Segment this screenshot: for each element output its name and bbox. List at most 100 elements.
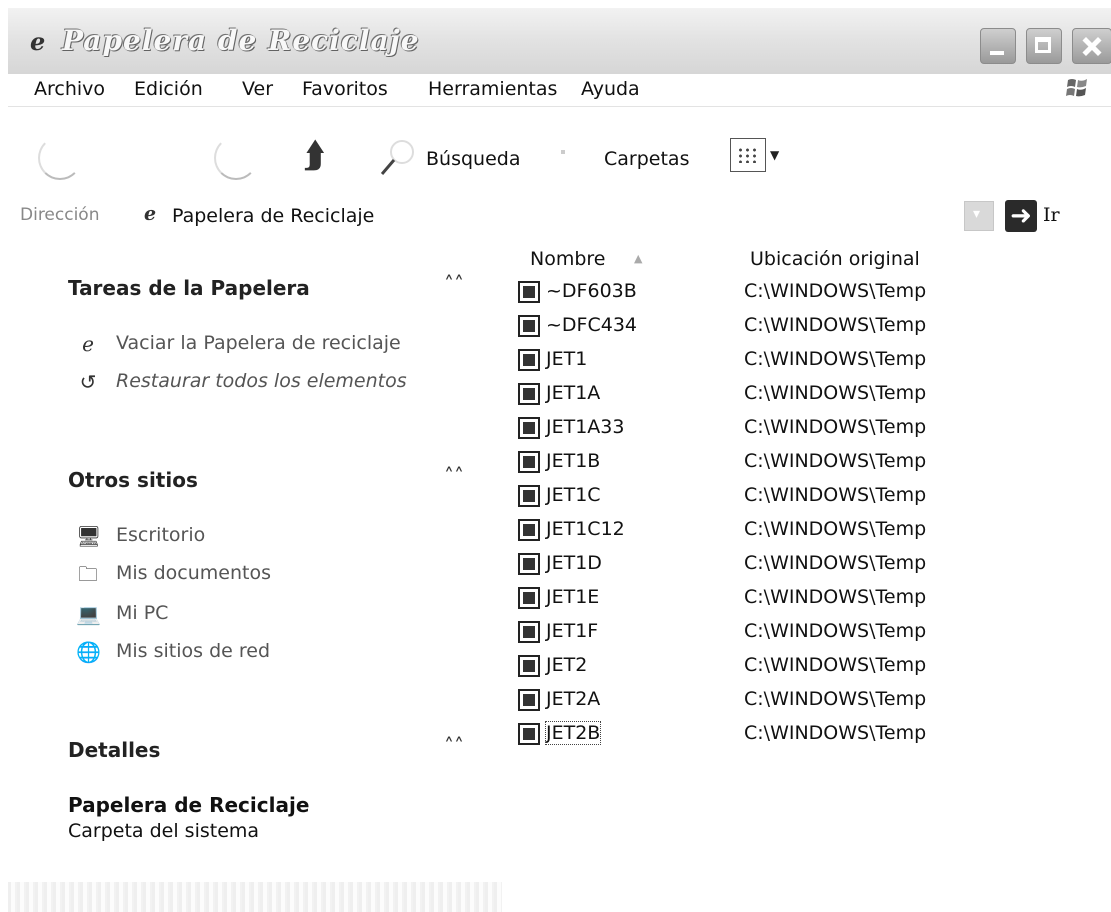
recycle-bin-icon: ℯ xyxy=(30,28,46,56)
address-label: Dirección xyxy=(20,205,100,225)
file-original-location: C:\WINDOWS\Temp xyxy=(744,348,927,370)
file-name: ~DF603B xyxy=(546,280,637,302)
file-original-location: C:\WINDOWS\Temp xyxy=(744,586,927,608)
column-header-location[interactable]: Ubicación original xyxy=(750,248,920,270)
file-icon xyxy=(518,587,540,609)
file-original-location: C:\WINDOWS\Temp xyxy=(744,484,927,506)
table-row[interactable]: JET1A C:\WINDOWS\Temp xyxy=(518,380,1078,414)
network-places-icon: 🌐 xyxy=(76,640,101,664)
address-bar: Dirección ℯ Papelera de Reciclaje ➜ Ir xyxy=(8,198,1111,238)
file-icon xyxy=(518,519,540,541)
windows-logo-icon xyxy=(1066,79,1087,97)
table-row[interactable]: ~DF603B C:\WINDOWS\Temp xyxy=(518,278,1078,312)
table-row[interactable]: JET2 C:\WINDOWS\Temp xyxy=(518,652,1078,686)
search-button-label[interactable]: Búsqueda xyxy=(426,148,520,170)
file-original-location: C:\WINDOWS\Temp xyxy=(744,314,927,336)
other-places-header[interactable]: Otros sitios xyxy=(68,468,198,492)
file-original-location: C:\WINDOWS\Temp xyxy=(744,654,927,676)
task-pane: Tareas de la Papelera ˄˄ ℯ Vaciar la Pap… xyxy=(8,238,502,912)
file-original-location: C:\WINDOWS\Temp xyxy=(744,552,927,574)
file-original-location: C:\WINDOWS\Temp xyxy=(744,416,927,438)
table-row[interactable]: JET1B C:\WINDOWS\Temp xyxy=(518,448,1078,482)
table-row[interactable]: JET1 C:\WINDOWS\Temp xyxy=(518,346,1078,380)
file-name: JET2 xyxy=(546,654,588,676)
file-original-location: C:\WINDOWS\Temp xyxy=(744,382,927,404)
file-icon xyxy=(518,349,540,371)
file-original-location: C:\WINDOWS\Temp xyxy=(744,688,927,710)
file-original-location: C:\WINDOWS\Temp xyxy=(744,518,927,540)
address-dropdown-button[interactable] xyxy=(964,201,994,231)
table-row[interactable]: JET1A33 C:\WINDOWS\Temp xyxy=(518,414,1078,448)
close-button[interactable] xyxy=(1072,28,1111,64)
title-bar[interactable]: ℯ Papelera de Reciclaje xyxy=(8,8,1111,75)
file-icon xyxy=(518,689,540,711)
menu-ayuda[interactable]: Ayuda xyxy=(581,78,640,100)
file-icon xyxy=(518,281,540,303)
table-row[interactable]: JET1C C:\WINDOWS\Temp xyxy=(518,482,1078,516)
file-icon xyxy=(518,723,540,745)
menu-favoritos[interactable]: Favoritos xyxy=(302,78,388,100)
table-row[interactable]: ~DFC434 C:\WINDOWS\Temp xyxy=(518,312,1078,346)
column-header-name[interactable]: Nombre xyxy=(530,248,606,270)
table-row[interactable]: JET2B C:\WINDOWS\Temp xyxy=(518,720,1078,754)
recycle-bin-icon: ℯ xyxy=(82,332,94,356)
collapse-chevron-icon[interactable]: ˄˄ xyxy=(444,272,464,296)
address-input[interactable]: Papelera de Reciclaje xyxy=(172,205,374,227)
chevron-down-icon[interactable]: ▼ xyxy=(770,148,779,162)
back-button[interactable] xyxy=(38,136,82,180)
file-icon xyxy=(518,553,540,575)
desktop-icon: 🖥 xyxy=(76,524,102,548)
go-button-label[interactable]: Ir xyxy=(1043,204,1060,226)
maximize-button[interactable] xyxy=(1026,28,1062,64)
search-icon[interactable] xyxy=(374,136,420,182)
menu-edicion[interactable]: Edición xyxy=(134,78,203,100)
file-icon xyxy=(518,383,540,405)
menu-herramientas[interactable]: Herramientas xyxy=(428,78,557,100)
views-icon xyxy=(737,147,759,163)
file-icon xyxy=(518,621,540,643)
menu-ver[interactable]: Ver xyxy=(242,78,273,100)
recycle-bin-icon: ℯ xyxy=(144,203,157,225)
file-name: JET1A33 xyxy=(546,416,625,438)
go-arrow-icon[interactable]: ➜ xyxy=(1005,200,1037,232)
details-header[interactable]: Detalles xyxy=(68,738,160,762)
table-row[interactable]: JET1C12 C:\WINDOWS\Temp xyxy=(518,516,1078,550)
file-icon xyxy=(518,655,540,677)
table-row[interactable]: JET1F C:\WINDOWS\Temp xyxy=(518,618,1078,652)
up-folder-icon[interactable]: ⮭ xyxy=(304,136,324,176)
table-row[interactable]: JET2A C:\WINDOWS\Temp xyxy=(518,686,1078,720)
computer-icon: 💻 xyxy=(76,602,101,626)
toolbar: ⮭ Búsqueda Carpetas ▼ xyxy=(8,108,1111,198)
file-icon xyxy=(518,315,540,337)
views-button[interactable] xyxy=(730,138,766,172)
minimize-button[interactable] xyxy=(980,28,1016,64)
file-original-location: C:\WINDOWS\Temp xyxy=(744,450,927,472)
menu-archivo[interactable]: Archivo xyxy=(34,78,105,100)
file-icon xyxy=(518,417,540,439)
sort-ascending-icon: ▲ xyxy=(634,252,643,265)
toolbar-separator xyxy=(561,150,565,154)
file-icon xyxy=(518,451,540,473)
file-name: JET1F xyxy=(546,620,599,642)
restore-icon: ↺ xyxy=(79,370,97,394)
menu-bar: Archivo Edición Ver Favoritos Herramient… xyxy=(8,74,1111,107)
recycle-tasks-header[interactable]: Tareas de la Papelera xyxy=(68,276,310,300)
table-row[interactable]: JET1E C:\WINDOWS\Temp xyxy=(518,584,1078,618)
pane-bottom-edge xyxy=(8,882,502,912)
table-row[interactable]: JET1D C:\WINDOWS\Temp xyxy=(518,550,1078,584)
collapse-chevron-icon[interactable]: ˄˄ xyxy=(444,464,464,488)
file-name: JET1D xyxy=(546,552,602,574)
file-name: JET2A xyxy=(546,688,601,710)
folders-button-label[interactable]: Carpetas xyxy=(604,148,689,170)
documents-folder-icon: 🗀 xyxy=(78,562,98,586)
file-name: JET1C xyxy=(546,484,601,506)
file-name: JET1C12 xyxy=(546,518,625,540)
file-list: Nombre ▲ Ubicación original ~DF603B C:\WI… xyxy=(512,238,1111,912)
file-original-location: C:\WINDOWS\Temp xyxy=(744,280,927,302)
file-original-location: C:\WINDOWS\Temp xyxy=(744,722,927,744)
file-name: JET1E xyxy=(546,586,600,608)
details-subtitle: Carpeta del sistema xyxy=(68,820,260,842)
file-name: JET1A xyxy=(546,382,601,404)
collapse-chevron-icon[interactable]: ˄˄ xyxy=(444,734,464,758)
forward-button[interactable] xyxy=(214,136,258,180)
